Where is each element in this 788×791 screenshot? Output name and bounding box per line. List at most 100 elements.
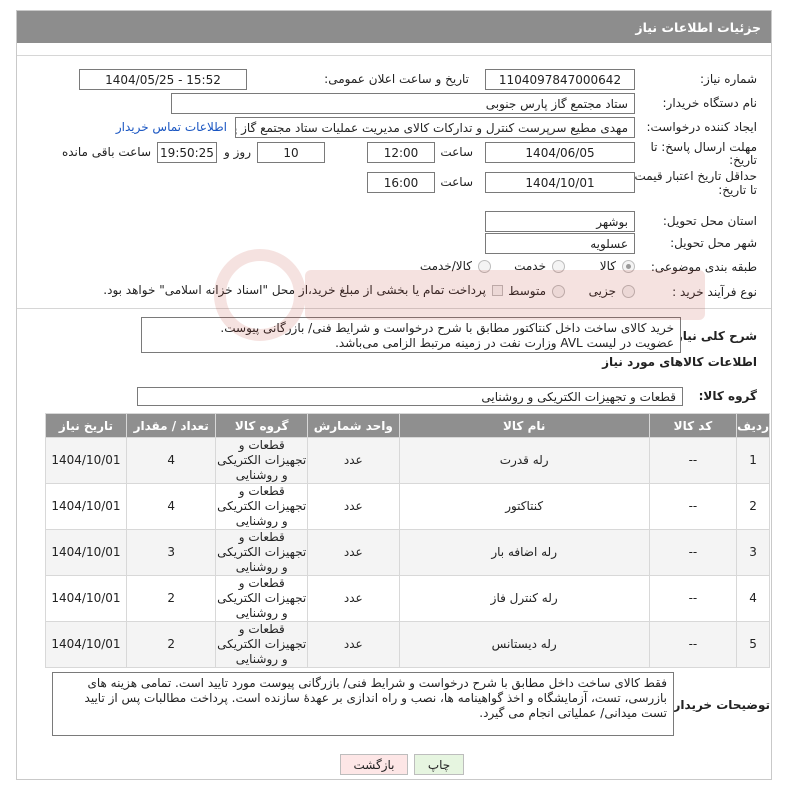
price-deadline-label-2: تا تاریخ: bbox=[718, 183, 757, 197]
table-row: 4 -- رله کنترل فاز عدد قطعات و تجهیزات ا… bbox=[45, 575, 770, 622]
cell-name: رله اضافه بار bbox=[398, 529, 650, 576]
days-label: روز و bbox=[224, 145, 251, 159]
buyer-org-field: ستاد مجتمع گاز پارس جنوبی bbox=[171, 93, 635, 114]
remaining-time-field: 19:50:25 bbox=[157, 142, 217, 163]
radio-selected-icon bbox=[622, 259, 635, 273]
cell-code: -- bbox=[648, 621, 738, 668]
category-label: طبقه بندی موضوعی: bbox=[650, 260, 757, 274]
remaining-label: ساعت باقی مانده bbox=[61, 145, 151, 159]
process-radio-medium[interactable]: متوسط bbox=[508, 284, 565, 298]
cell-row-number: 4 bbox=[736, 575, 770, 622]
creator-label: ایجاد کننده درخواست: bbox=[646, 120, 757, 134]
reply-time-field: 12:00 bbox=[367, 142, 435, 163]
reply-date-field: 1404/06/05 bbox=[485, 142, 635, 163]
table-row: 5 -- رله دیستانس عدد قطعات و تجهیزات الک… bbox=[45, 621, 770, 668]
cell-name: رله قدرت bbox=[398, 437, 650, 484]
treasury-payment-checkbox[interactable]: پرداخت تمام یا بخشی از مبلغ خرید،از محل … bbox=[103, 283, 503, 297]
cell-date: 1404/10/01 bbox=[45, 437, 127, 484]
cell-row-number: 3 bbox=[736, 529, 770, 576]
goods-group-field: قطعات و تجهیزات الکتریکی و روشنایی bbox=[137, 387, 683, 406]
cell-code: -- bbox=[648, 483, 738, 530]
cell-name: رله دیستانس bbox=[398, 621, 650, 668]
cell-date: 1404/10/01 bbox=[45, 529, 127, 576]
cell-quantity: 2 bbox=[125, 621, 217, 668]
category-radio-goods-service[interactable]: کالا/خدمت bbox=[420, 259, 491, 273]
buyer-contact-link[interactable]: اطلاعات تماس خریدار bbox=[116, 120, 227, 134]
need-description-label: شرح کلی نیاز: bbox=[671, 329, 757, 343]
checkbox-icon bbox=[492, 284, 503, 296]
cell-code: -- bbox=[648, 575, 738, 622]
price-date-field: 1404/10/01 bbox=[485, 172, 635, 193]
need-description-box: خرید کالای ساخت داخل کنتاکتور مطابق با ش… bbox=[141, 317, 681, 353]
cell-unit: عدد bbox=[307, 483, 400, 530]
goods-table: ردیف کد کالا نام کالا واحد شمارش گروه کا… bbox=[45, 413, 770, 668]
days-field: 10 bbox=[257, 142, 325, 163]
city-field: عسلویه bbox=[485, 233, 635, 254]
creator-field: مهدی مطیع سرپرست کنترل و تدارکات کالای م… bbox=[235, 117, 635, 138]
cell-name: رله کنترل فاز bbox=[398, 575, 650, 622]
reply-time-label: ساعت bbox=[440, 145, 473, 159]
table-row: 1 -- رله قدرت عدد قطعات و تجهیزات الکتری… bbox=[45, 437, 770, 484]
back-button[interactable]: بازگشت bbox=[340, 754, 408, 775]
cell-group: قطعات و تجهیزات الکتریکی و روشنایی bbox=[215, 529, 308, 576]
buyer-notes-box: فقط کالای ساخت داخل مطابق با شرح درخواست… bbox=[52, 672, 674, 736]
reply-deadline-label-2: تاریخ: bbox=[729, 153, 757, 167]
process-radio-minor[interactable]: جزیی bbox=[589, 284, 635, 298]
table-row: 2 -- کنتاکتور عدد قطعات و تجهیزات الکتری… bbox=[45, 483, 770, 530]
header-row-number: ردیف bbox=[736, 413, 770, 438]
reply-deadline-label: مهلت ارسال پاسخ: تا bbox=[650, 140, 757, 154]
price-time-field: 16:00 bbox=[367, 172, 435, 193]
city-label: شهر محل تحویل: bbox=[670, 236, 757, 250]
cell-date: 1404/10/01 bbox=[45, 483, 127, 530]
cell-row-number: 5 bbox=[736, 621, 770, 668]
buyer-notes-label: توضیحات خریدار: bbox=[668, 698, 770, 712]
cell-quantity: 3 bbox=[125, 529, 217, 576]
announce-field: 1404/05/25 - 15:52 bbox=[79, 69, 247, 90]
print-button[interactable]: چاپ bbox=[414, 754, 464, 775]
radio-icon bbox=[478, 259, 491, 273]
goods-section-title: اطلاعات کالاهای مورد نیاز bbox=[602, 355, 757, 369]
page-title: جزئیات اطلاعات نیاز bbox=[17, 11, 771, 43]
radio-icon bbox=[622, 284, 635, 298]
cell-date: 1404/10/01 bbox=[45, 575, 127, 622]
cell-unit: عدد bbox=[307, 437, 400, 484]
need-number-field: 1104097847000642 bbox=[485, 69, 635, 90]
cell-date: 1404/10/01 bbox=[45, 621, 127, 668]
process-label: نوع فرآیند خرید : bbox=[672, 285, 757, 299]
header-group: گروه کالا bbox=[215, 413, 308, 438]
cell-quantity: 2 bbox=[125, 575, 217, 622]
category-radio-service[interactable]: خدمت bbox=[514, 259, 565, 273]
price-time-label: ساعت bbox=[440, 175, 473, 189]
cell-unit: عدد bbox=[307, 575, 400, 622]
header-name: نام کالا bbox=[398, 413, 650, 438]
cell-row-number: 2 bbox=[736, 483, 770, 530]
cell-quantity: 4 bbox=[125, 483, 217, 530]
cell-row-number: 1 bbox=[736, 437, 770, 484]
radio-icon bbox=[552, 284, 565, 298]
category-radio-goods[interactable]: کالا bbox=[600, 259, 635, 273]
cell-name: کنتاکتور bbox=[398, 483, 650, 530]
goods-group-label: گروه کالا: bbox=[698, 389, 757, 403]
cell-group: قطعات و تجهیزات الکتریکی و روشنایی bbox=[215, 483, 308, 530]
table-header-row: ردیف کد کالا نام کالا واحد شمارش گروه کا… bbox=[45, 413, 770, 438]
header-date: تاریخ نیاز bbox=[45, 413, 127, 438]
cell-unit: عدد bbox=[307, 529, 400, 576]
header-unit: واحد شمارش bbox=[307, 413, 400, 438]
price-deadline-label: حداقل تاریخ اعتبار قیمت: bbox=[630, 169, 757, 183]
need-info-form: شماره نیاز: 1104097847000642 تاریخ و ساع… bbox=[17, 55, 771, 309]
cell-code: -- bbox=[648, 529, 738, 576]
cell-quantity: 4 bbox=[125, 437, 217, 484]
cell-group: قطعات و تجهیزات الکتریکی و روشنایی bbox=[215, 621, 308, 668]
announce-label: تاریخ و ساعت اعلان عمومی: bbox=[324, 72, 469, 86]
province-label: استان محل تحویل: bbox=[662, 214, 757, 228]
header-quantity: تعداد / مقدار bbox=[125, 413, 217, 438]
cell-group: قطعات و تجهیزات الکتریکی و روشنایی bbox=[215, 437, 308, 484]
table-row: 3 -- رله اضافه بار عدد قطعات و تجهیزات ا… bbox=[45, 529, 770, 576]
cell-code: -- bbox=[648, 437, 738, 484]
cell-group: قطعات و تجهیزات الکتریکی و روشنایی bbox=[215, 575, 308, 622]
cell-unit: عدد bbox=[307, 621, 400, 668]
radio-icon bbox=[552, 259, 565, 273]
need-number-label: شماره نیاز: bbox=[700, 72, 757, 86]
province-field: بوشهر bbox=[485, 211, 635, 232]
buyer-org-label: نام دستگاه خریدار: bbox=[662, 96, 758, 110]
